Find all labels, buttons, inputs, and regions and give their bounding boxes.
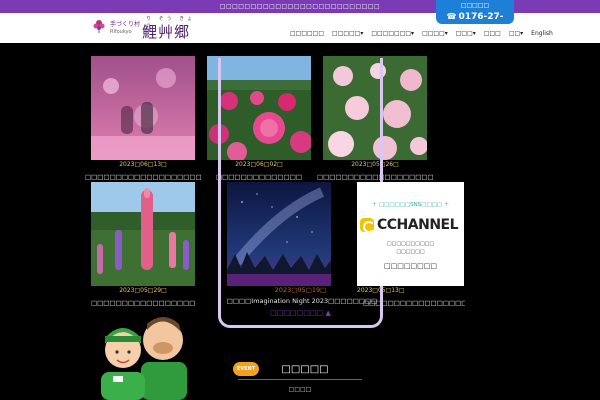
card-photo: [91, 182, 195, 286]
banner-brand: CCHANNEL: [377, 217, 459, 233]
popup-date: 2023□05□19□: [274, 286, 327, 294]
banner-headline: □□□□□□□□: [384, 262, 437, 270]
nav-item-6[interactable]: □□□: [484, 29, 501, 39]
event-badge: EVENT: [233, 362, 259, 376]
popup-more-link[interactable]: □□□□□□□□ ▲: [221, 309, 380, 317]
flower-logo-icon: [93, 20, 105, 33]
news-card[interactable]: 2023□06□13□ □□□□□□□□□□□□□□□□□□□□□□□□: [85, 56, 201, 181]
event-section-subtitle: □□□□: [288, 386, 312, 393]
phone-contact-box[interactable]: □□□□□ ☎ 0176-27-2516: [436, 0, 514, 34]
staff-mascot-illustration: [101, 317, 187, 400]
event-divider: [238, 379, 362, 380]
nav-item-3[interactable]: □□□□□□□▾: [371, 29, 414, 39]
banner-desc-line-2: □□□□□□: [396, 249, 425, 255]
phone-icon: ☎: [446, 12, 457, 21]
nav-item-7[interactable]: □□▾: [509, 29, 523, 39]
popup-title: □□□□Imagination Night 2023□□□□□□□□: [226, 297, 378, 305]
site-header: 手づくり村 Rifoukyo り そう きょう 鯉艸郷 □□□□□ ☎ 0176-…: [0, 0, 600, 43]
banner-sns-text: ＋ □□□□□□SNS□□□□ ＋: [371, 202, 450, 208]
nav-item-2[interactable]: □□□□□▾: [332, 29, 363, 39]
nav-item-english[interactable]: English: [531, 29, 553, 39]
nav-item-5[interactable]: □□□▾: [456, 29, 476, 39]
logo-latin-text: Rifoukyo: [110, 29, 132, 35]
cchannel-banner[interactable]: ＋ □□□□□□SNS□□□□ ＋ CCHANNEL □□□□□□□□□□ □□…: [357, 182, 464, 286]
logo-village-text: 手づくり村: [110, 21, 141, 28]
banner-desc: □□□□□□□□□□ □□□□□□: [357, 240, 464, 256]
card-photo: [91, 56, 195, 160]
nav-item-1[interactable]: □□□□□□: [290, 29, 324, 39]
card-date: 2023□05□29□: [119, 287, 167, 294]
event-section-title: □□□□□: [281, 364, 329, 375]
cchannel-logo-icon: [360, 218, 375, 233]
card-date: 2023□06□13□: [119, 161, 167, 168]
card-title: □□□□□□□□□□□□□□□□□□□□□□□□: [85, 173, 201, 181]
banner-desc-line-1: □□□□□□□□□□: [386, 241, 435, 247]
phone-label: □□□□□: [460, 2, 490, 9]
card-title: □□□□□□□□□□□□□□□□□: [91, 299, 195, 307]
news-card[interactable]: 2023□05□29□ □□□□□□□□□□□□□□□□□: [91, 182, 195, 307]
night-sky-photo: [227, 182, 331, 286]
site-logo[interactable]: 手づくり村 Rifoukyo り そう きょう 鯉艸郷: [90, 15, 200, 41]
logo-name-text: 鯉艸郷: [142, 23, 191, 41]
main-nav: □□□□□□ □□□□□▾ □□□□□□□▾ □□□□▾ □□□▾ □□□ □□…: [290, 29, 553, 39]
nav-item-4[interactable]: □□□□▾: [422, 29, 448, 39]
